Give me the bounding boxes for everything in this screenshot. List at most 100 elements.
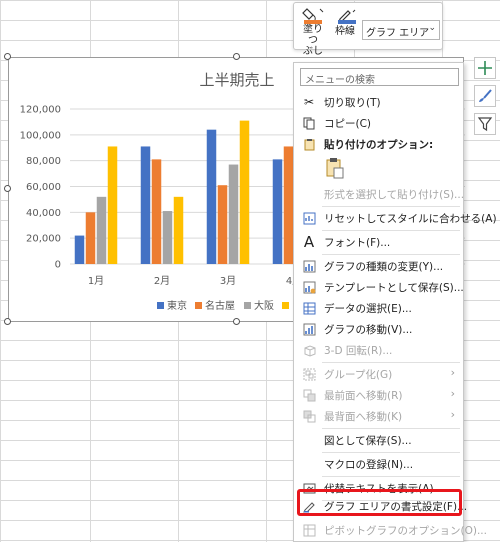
chart-filters-button[interactable] bbox=[474, 113, 496, 135]
menu-item-save-template-label: テンプレートとして保存(S)... bbox=[324, 282, 464, 294]
menu-item-group-label: グループ化(G) bbox=[324, 369, 393, 381]
fill-color-bar bbox=[304, 20, 322, 24]
menu-item-cut[interactable]: ✂ 切り取り(T) bbox=[294, 92, 463, 112]
pencil-outline-icon bbox=[332, 6, 358, 24]
menu-item-font[interactable]: A フォント(F)... bbox=[294, 232, 463, 252]
bar[interactable] bbox=[96, 196, 107, 264]
y-tick-label: 100,000 bbox=[20, 130, 61, 141]
bar[interactable] bbox=[162, 211, 173, 264]
resize-handle-top-left[interactable] bbox=[4, 53, 11, 60]
outline-color-bar bbox=[338, 20, 356, 24]
menu-item-pivot-options-label: ピボットグラフのオプション(O)... bbox=[324, 525, 487, 537]
menu-separator bbox=[322, 428, 460, 429]
bar[interactable] bbox=[173, 196, 184, 264]
fill-label-2: ぶし bbox=[303, 46, 323, 57]
x-tick-label: 2月 bbox=[154, 275, 170, 287]
resize-handle-left[interactable] bbox=[4, 185, 11, 192]
menu-item-bring-front: 最前面へ移動(R) › bbox=[294, 385, 463, 405]
menu-item-copy-label: コピー(C) bbox=[324, 118, 372, 130]
menu-item-assign-macro[interactable]: マクロの登録(N)... bbox=[294, 454, 463, 474]
menu-item-paste-options: 貼り付けのオプション: bbox=[294, 134, 463, 154]
bar[interactable] bbox=[85, 212, 96, 264]
bar[interactable] bbox=[272, 159, 283, 264]
menu-item-group: グループ化(G) › bbox=[294, 364, 463, 384]
y-tick-label: 80,000 bbox=[26, 156, 61, 167]
menu-item-send-back: 最背面へ移動(K) › bbox=[294, 406, 463, 426]
menu-separator bbox=[322, 206, 460, 207]
chart-title[interactable]: 上半期売上 bbox=[199, 71, 274, 89]
menu-item-3d-rotation: 3-D 回転(R)... bbox=[294, 340, 463, 360]
save-template-icon bbox=[302, 280, 316, 294]
menu-item-save-picture-label: 図として保存(S)... bbox=[324, 435, 412, 447]
menu-separator bbox=[322, 362, 460, 363]
y-tick-label: 40,000 bbox=[26, 208, 61, 219]
chart-element-select[interactable]: グラフ エリア ⌄ bbox=[362, 20, 440, 40]
menu-item-assign-macro-label: マクロの登録(N)... bbox=[324, 459, 414, 471]
legend-label: 大阪 bbox=[254, 299, 274, 312]
group-icon bbox=[302, 367, 316, 381]
menu-separator bbox=[322, 476, 460, 477]
menu-item-reset-style-label: リセットしてスタイルに合わせる(A) bbox=[324, 213, 497, 225]
cube-icon bbox=[302, 343, 316, 357]
bar[interactable] bbox=[151, 159, 162, 264]
menu-item-move-chart[interactable]: グラフの移動(V)... bbox=[294, 319, 463, 339]
submenu-arrow-icon: › bbox=[450, 408, 455, 421]
menu-item-send-back-label: 最背面へ移動(K) bbox=[324, 411, 403, 423]
menu-separator bbox=[322, 230, 460, 231]
bar[interactable] bbox=[74, 235, 85, 264]
menu-item-cut-label: 切り取り(T) bbox=[324, 97, 381, 109]
menu-item-bring-front-label: 最前面へ移動(R) bbox=[324, 390, 403, 402]
chart-styles-button[interactable] bbox=[474, 85, 496, 107]
bar[interactable] bbox=[206, 129, 217, 264]
menu-item-copy[interactable]: コピー(C) bbox=[294, 113, 463, 133]
menu-item-change-chart-type[interactable]: グラフの種類の変更(Y)... bbox=[294, 256, 463, 276]
chevron-down-icon: ⌄ bbox=[428, 23, 436, 33]
scissors-icon: ✂ bbox=[303, 95, 315, 109]
paint-bucket-icon bbox=[298, 6, 328, 24]
paste-clipboard-icon bbox=[326, 158, 344, 179]
pivot-icon bbox=[302, 523, 316, 537]
outline-button[interactable]: 枠線 bbox=[332, 6, 358, 37]
menu-item-select-data[interactable]: データの選択(E)... bbox=[294, 298, 463, 318]
bar[interactable] bbox=[283, 146, 294, 264]
menu-item-change-chart-type-label: グラフの種類の変更(Y)... bbox=[324, 261, 444, 273]
menu-item-move-chart-label: グラフの移動(V)... bbox=[324, 324, 413, 336]
chart-type-icon bbox=[302, 259, 316, 273]
bar[interactable] bbox=[140, 146, 151, 264]
menu-item-save-picture[interactable]: 図として保存(S)... bbox=[294, 430, 463, 450]
filter-icon bbox=[477, 117, 493, 132]
y-tick-label: 20,000 bbox=[26, 234, 61, 245]
resize-handle-bottom[interactable] bbox=[233, 318, 240, 325]
resize-handle-bottom-left[interactable] bbox=[4, 318, 11, 325]
bar[interactable] bbox=[107, 146, 118, 264]
resize-handle-top[interactable] bbox=[233, 53, 240, 60]
bar[interactable] bbox=[217, 185, 228, 264]
paste-option-button[interactable] bbox=[324, 156, 346, 180]
chart-elements-button[interactable] bbox=[474, 57, 496, 79]
context-menu: メニューの検索 ✂ 切り取り(T) コピー(C) 貼り付けのオプション: 形式を… bbox=[293, 62, 497, 542]
menu-item-save-template[interactable]: テンプレートとして保存(S)... bbox=[294, 277, 464, 297]
legend-swatch bbox=[282, 302, 289, 309]
menu-search-placeholder: メニューの検索 bbox=[305, 75, 375, 86]
fill-label-1: 塗りつ bbox=[303, 24, 323, 46]
menu-item-paste-options-label: 貼り付けのオプション: bbox=[324, 139, 434, 151]
fill-button[interactable]: 塗りつ ぶし bbox=[298, 6, 328, 57]
reset-style-icon bbox=[302, 211, 316, 225]
menu-item-font-label: フォント(F)... bbox=[324, 237, 391, 249]
outline-label: 枠線 bbox=[335, 26, 355, 37]
clipboard-icon bbox=[302, 137, 316, 151]
y-tick-label: 0 bbox=[55, 260, 61, 271]
x-tick-label: 3月 bbox=[220, 275, 236, 287]
chart-element-value: グラフ エリア bbox=[366, 28, 430, 39]
copy-icon bbox=[302, 116, 316, 130]
send-back-icon bbox=[302, 409, 316, 423]
bar[interactable] bbox=[239, 120, 250, 264]
menu-search-input[interactable]: メニューの検索 bbox=[300, 68, 459, 86]
menu-item-select-data-label: データの選択(E)... bbox=[324, 303, 412, 315]
legend-swatch bbox=[195, 302, 202, 309]
bar[interactable] bbox=[228, 164, 239, 264]
menu-item-reset-style[interactable]: リセットしてスタイルに合わせる(A) bbox=[294, 208, 497, 228]
bring-front-icon bbox=[302, 388, 316, 402]
submenu-arrow-icon: › bbox=[450, 387, 455, 400]
legend-label: 名古屋 bbox=[205, 299, 235, 312]
